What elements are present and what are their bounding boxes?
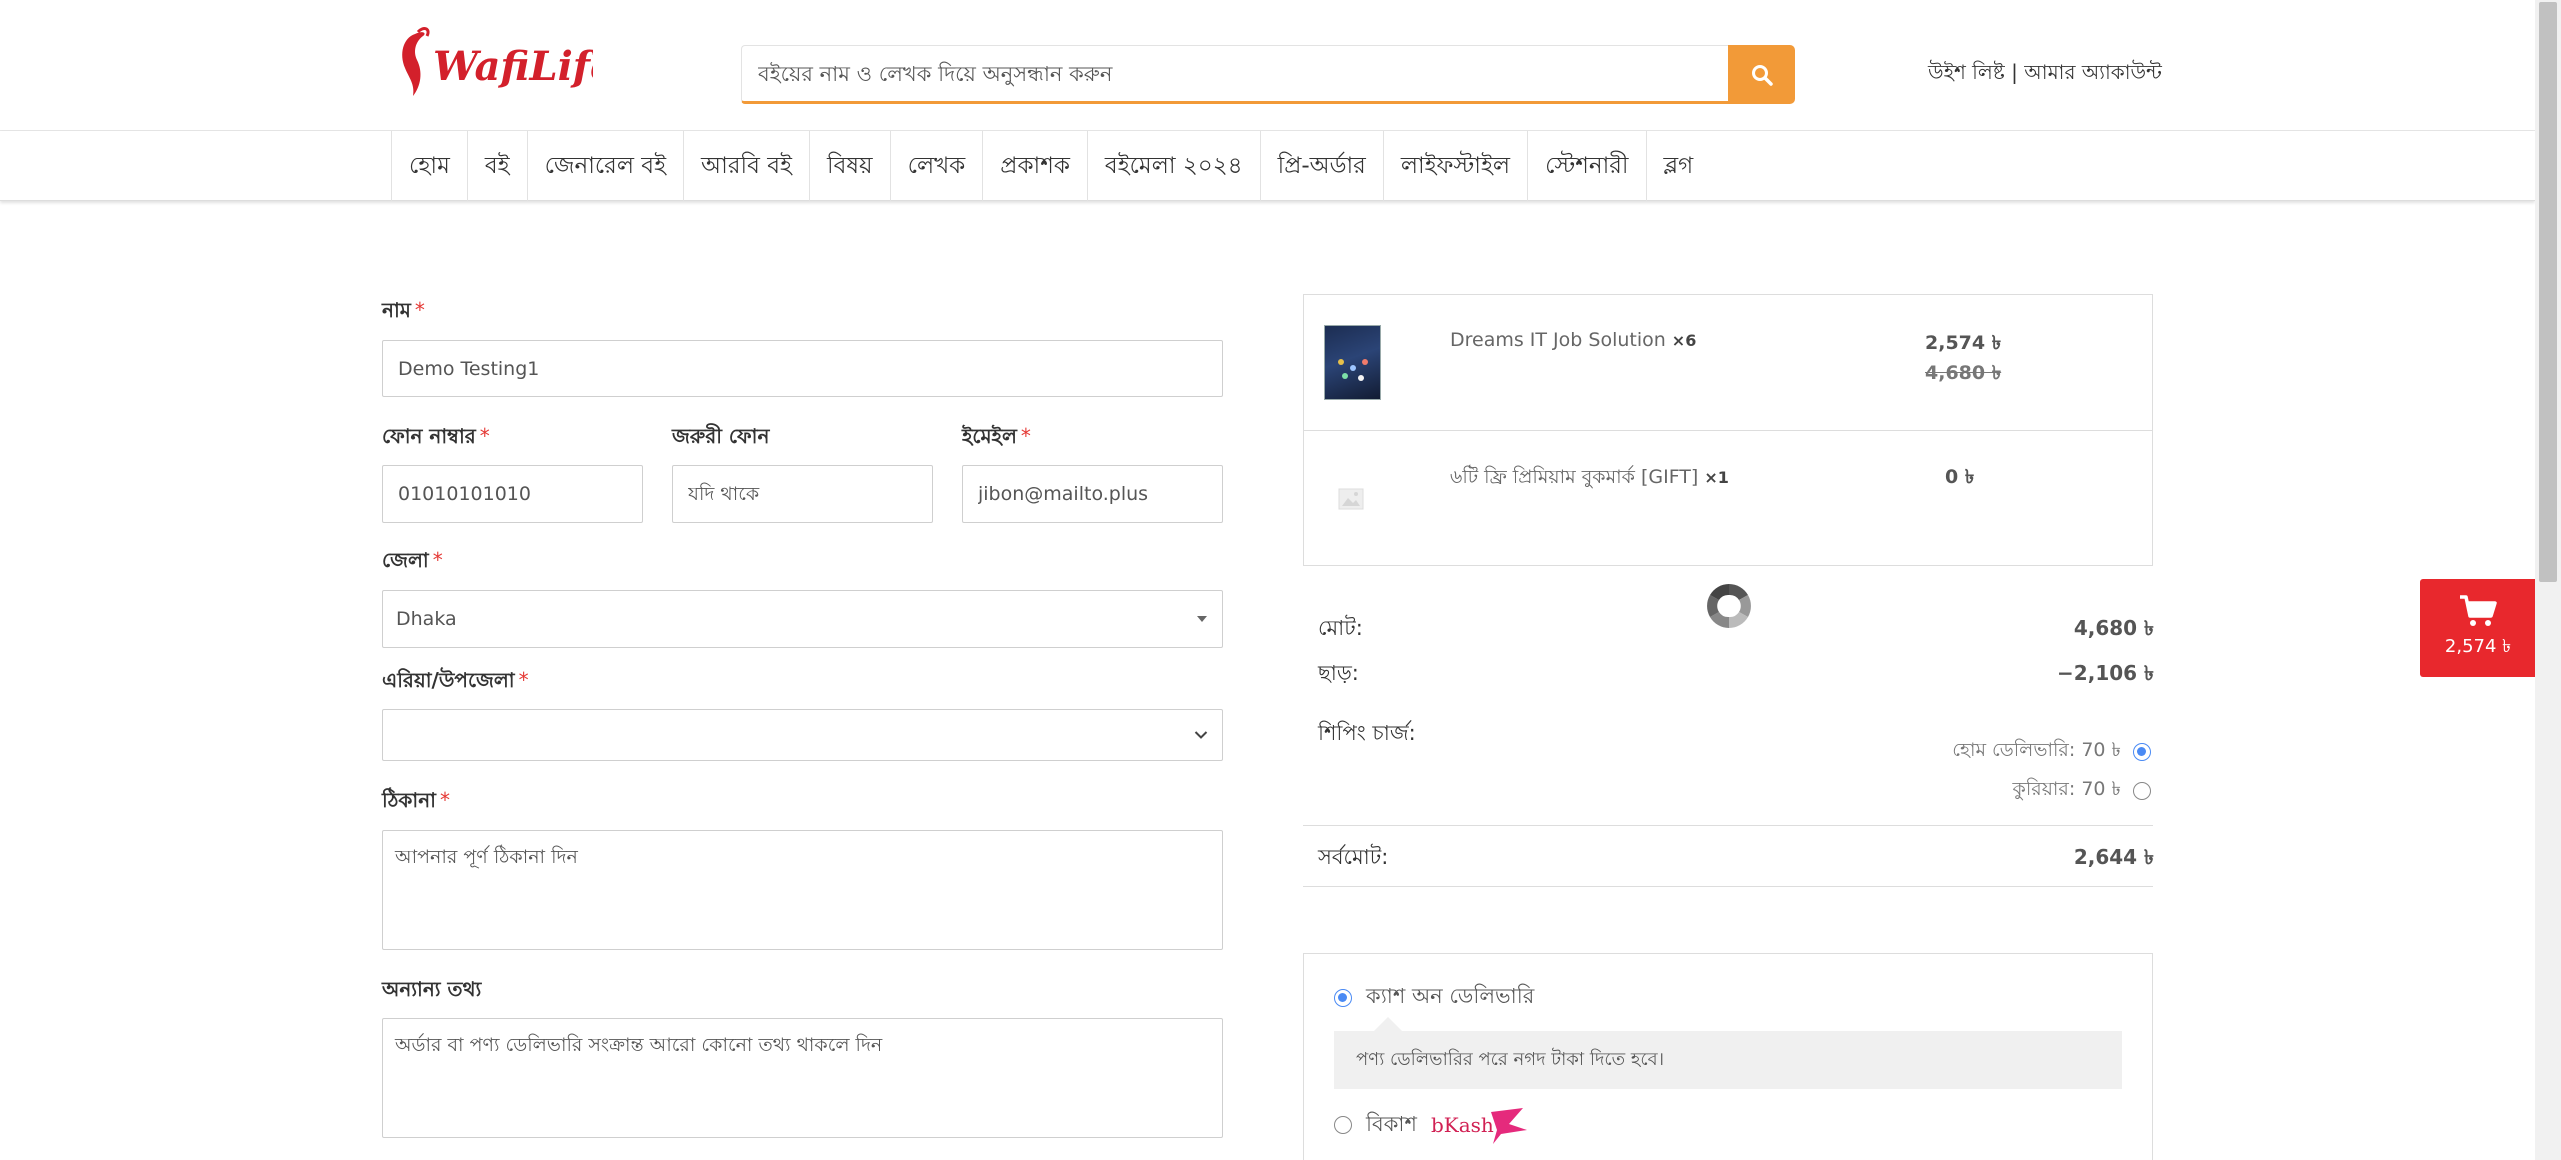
payment-bkash-option[interactable]: বিকাশ bKash [1334,1104,1531,1146]
discount-value: −2,106 ৳ [2057,661,2154,685]
phone-label: ফোন নাম্বার * [382,424,490,448]
nav-item[interactable]: প্রকাশক [982,131,1087,201]
phone-field[interactable] [382,465,643,523]
email-label: ইমেইল * [962,424,1031,448]
logo-icon: WafiLife [402,27,593,96]
link-separator: | [2004,60,2025,84]
cod-label: ক্যাশ অন ডেলিভারি [1366,984,1535,1008]
total-value: 2,644 ৳ [2073,845,2154,869]
shipping-home-radio[interactable] [2133,743,2151,761]
main-nav: হোম বই জেনারেল বই আরবি বই বিষয় লেখক প্রকাশক বই… [0,131,2535,201]
cover-art-icon [1338,359,1368,381]
item-quantity: ×1 [1704,468,1729,487]
shipping-courier-option[interactable]: কুরিয়ার: 70 ৳ [2013,775,2151,807]
shipping-courier-radio[interactable] [2133,782,2151,800]
emergency-phone-label: জরুরী ফোন [672,424,770,448]
district-select[interactable]: Dhaka [382,590,1223,648]
loading-spinner-icon [1707,584,1751,628]
nav-item[interactable]: প্রি-অর্ডার [1259,131,1383,201]
cod-description: পণ্য ডেলিভারির পরে নগদ টাকা দিতে হবে। [1334,1017,2122,1089]
address-label: ঠিকানা * [382,788,450,812]
nav-item[interactable]: বইমেলা ২০২৪ [1086,131,1260,201]
divider [1303,825,2153,826]
order-items: Dreams IT Job Solution ×6 2,574 ৳ 4,680 ৳… [1303,294,2153,566]
other-info-label: অন্যান্য তথ্য [382,977,482,1001]
item-title[interactable]: Dreams IT Job Solution ×6 [1450,329,1696,351]
search-bar [741,45,1795,104]
nav-item[interactable]: লেখক [889,131,983,201]
order-item: Dreams IT Job Solution ×6 2,574 ৳ 4,680 ৳ [1304,295,2152,431]
wishlist-link[interactable]: উইশ লিষ্ট [1928,60,2005,84]
email-field[interactable] [962,465,1223,523]
name-label: নাম * [382,298,425,322]
name-field[interactable] [382,340,1223,397]
district-label: জেলা * [382,548,443,572]
payment-methods: ক্যাশ অন ডেলিভারি পণ্য ডেলিভারির পরে নগদ… [1303,953,2153,1160]
discount-label: ছাড়: [1318,661,1359,685]
shipping-label: শিপিং চার্জ: [1318,721,1416,745]
svg-text:bKash: bKash [1431,1113,1494,1137]
item-title[interactable]: ৬টি ফ্রি প্রিমিয়াম বুকমার্ক [GIFT] ×1 [1450,463,1729,495]
total-label: সর্বমোট: [1318,845,1389,869]
nav-item[interactable]: আরবি বই [683,131,809,201]
area-select[interactable] [382,709,1223,761]
address-field[interactable] [382,830,1223,950]
address-wrapper [382,830,1223,950]
nav-list: হোম বই জেনারেল বই আরবি বই বিষয় লেখক প্রকাশক বই… [391,131,1710,201]
item-quantity: ×6 [1671,331,1697,350]
item-price: 0 ৳ [1945,466,1975,488]
scrollbar-thumb[interactable] [2539,2,2557,582]
district-value: Dhaka [396,608,457,630]
book-cover-image[interactable] [1324,325,1381,400]
search-icon [1751,64,1773,86]
logo-text: WafiLife [433,43,593,90]
order-item: ৬টি ফ্রি প্রিমিয়াম বুকমার্ক [GIFT] ×1 0 … [1304,431,2152,565]
nav-item[interactable]: ব্লগ [1645,131,1711,201]
cod-radio[interactable] [1334,988,1352,1007]
nav-item[interactable]: স্টেশনারী [1527,131,1645,201]
bkash-radio[interactable] [1334,1116,1352,1134]
other-info-field[interactable] [382,1018,1223,1138]
wafilife-logo[interactable]: WafiLife [393,24,593,108]
area-label: এরিয়া/উপজেলা * [382,668,529,692]
divider [1303,886,2153,887]
bkash-logo-icon: bKash [1431,1108,1527,1144]
subtotal-label: মোট: [1318,616,1363,640]
nav-item[interactable]: হোম [391,131,467,201]
nav-item[interactable]: লাইফস্টাইল [1382,131,1527,201]
shopping-cart-icon [2460,594,2497,626]
search-input[interactable] [741,45,1728,104]
bkash-label: বিকাশ [1366,1111,1417,1136]
page-scrollbar[interactable] [2535,0,2561,1160]
nav-item[interactable]: জেনারেল বই [526,131,683,201]
shipping-home-option[interactable]: হোম ডেলিভারি: 70 ৳ [1952,736,2151,768]
shipping-home-label: হোম ডেলিভারি: 70 ৳ [1952,739,2121,761]
shipping-courier-label: কুরিয়ার: 70 ৳ [2012,778,2121,800]
subtotal-value: 4,680 ৳ [2073,616,2154,640]
floating-cart-button[interactable]: 2,574 ৳ [2420,579,2536,677]
account-links: উইশ লিষ্ট | আমার অ্যাকাউন্ট [1928,58,2162,91]
emergency-phone-field[interactable] [672,465,933,523]
search-button[interactable] [1728,45,1795,104]
cart-total: 2,574 ৳ [2444,635,2512,657]
my-account-link[interactable]: আমার অ্যাকাউন্ট [2024,60,2162,84]
nav-item[interactable]: বিষয় [808,131,890,201]
payment-cod-option[interactable]: ক্যাশ অন ডেলিভারি [1334,980,1534,1015]
image-placeholder-icon [1338,488,1364,510]
nav-item[interactable]: বই [466,131,527,201]
other-info-wrapper [382,1018,1223,1138]
chevron-down-icon [1194,731,1208,739]
item-old-price: 4,680 ৳ [1925,362,2002,384]
item-price: 2,574 ৳ [1925,332,2002,354]
site-header: WafiLife উইশ লিষ্ট | আমার অ্যাকাউন্ট [0,0,2535,131]
caret-down-icon [1197,616,1207,622]
